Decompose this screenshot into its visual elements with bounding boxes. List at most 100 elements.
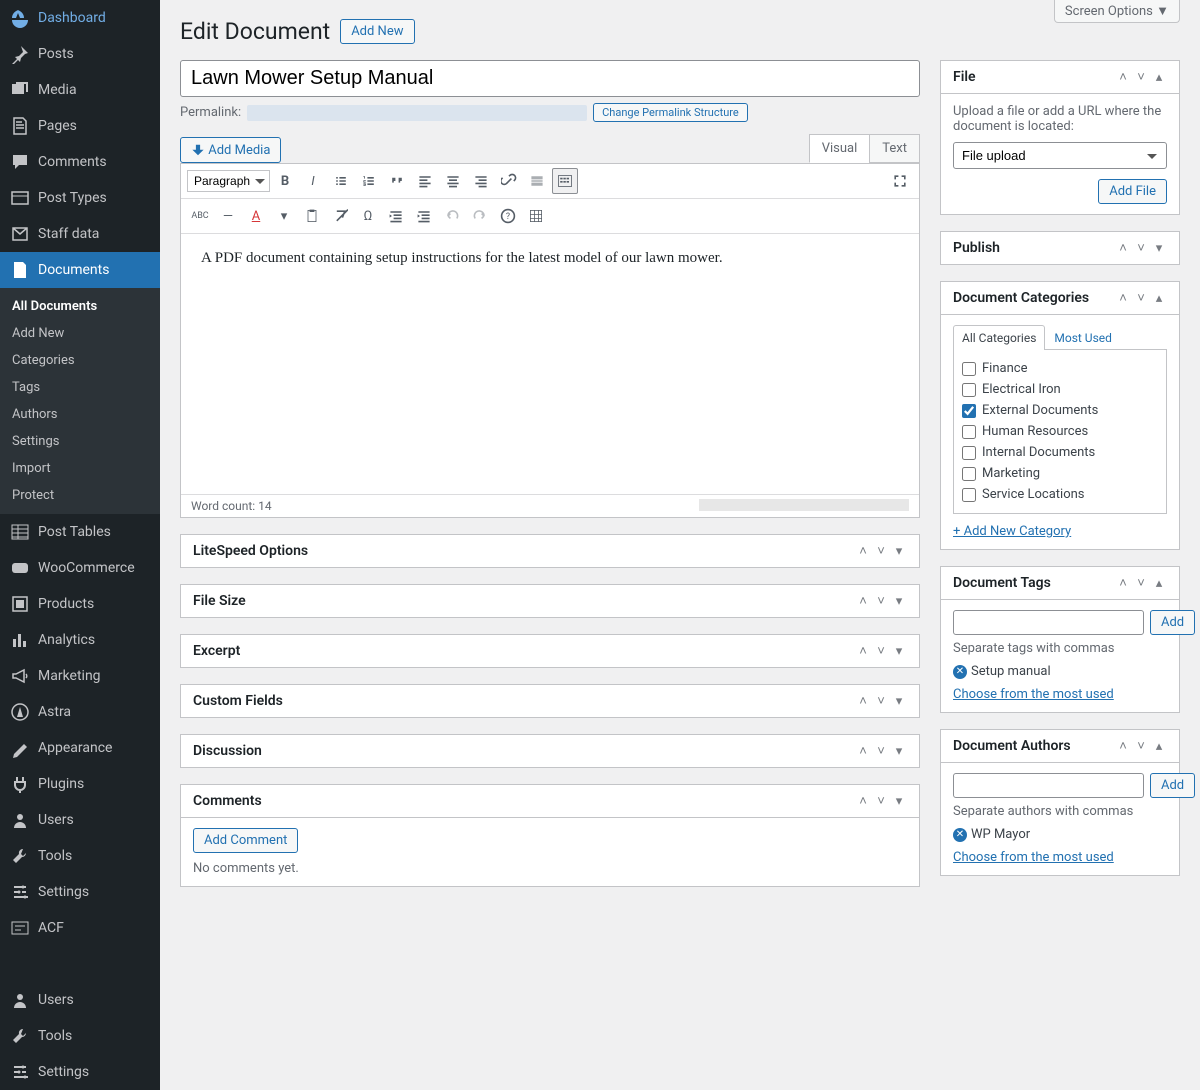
sidebar-item-astra[interactable]: Astra (0, 694, 160, 730)
sidebar-item-analytics[interactable]: Analytics (0, 622, 160, 658)
sidebar-item-tools[interactable]: Tools (0, 838, 160, 874)
document-title-input[interactable] (180, 60, 920, 97)
chevron-up-icon[interactable]: ˄ (855, 543, 871, 559)
category-item[interactable]: Internal Documents (962, 442, 1158, 463)
add-category-link[interactable]: + Add New Category (953, 524, 1071, 539)
blockquote-icon[interactable] (384, 168, 410, 194)
remove-tag-icon[interactable]: ✕ (953, 665, 967, 679)
submenu-item-import[interactable]: Import (0, 455, 160, 482)
clearformat-icon[interactable] (327, 203, 353, 229)
caret-down-icon[interactable]: ▾ (891, 793, 907, 809)
add-comment-button[interactable]: Add Comment (193, 828, 298, 853)
sidebar-item-documents[interactable]: Documents (0, 252, 160, 288)
bullet-list-icon[interactable] (328, 168, 354, 194)
submenu-item-add-new[interactable]: Add New (0, 320, 160, 347)
category-checkbox[interactable] (962, 404, 976, 418)
add-new-button[interactable]: Add New (340, 19, 414, 44)
sidebar-item-pages[interactable]: Pages (0, 108, 160, 144)
category-item[interactable]: Marketing (962, 463, 1158, 484)
readmore-icon[interactable] (524, 168, 550, 194)
category-checkbox[interactable] (962, 362, 976, 376)
category-item[interactable]: Service Locations (962, 484, 1158, 505)
category-checkbox[interactable] (962, 467, 976, 481)
hr-icon[interactable]: — (215, 203, 241, 229)
chevron-up-icon[interactable]: ˄ (855, 643, 871, 659)
chevron-down-icon[interactable]: ˅ (1133, 290, 1149, 306)
sidebar-item-media[interactable]: Media (0, 72, 160, 108)
paste-icon[interactable] (299, 203, 325, 229)
chevron-down-icon[interactable]: ˅ (873, 643, 889, 659)
bold-icon[interactable]: B (272, 168, 298, 194)
chevron-down-icon[interactable]: ˅ (873, 793, 889, 809)
chevron-down-icon[interactable]: ˅ (1133, 575, 1149, 591)
chevron-down-icon[interactable]: ˅ (873, 593, 889, 609)
tab-most-used[interactable]: Most Used (1045, 325, 1121, 350)
chevron-down-icon[interactable]: ˅ (873, 543, 889, 559)
category-checkbox[interactable] (962, 446, 976, 460)
submenu-item-authors[interactable]: Authors (0, 401, 160, 428)
most-used-authors-link[interactable]: Choose from the most used (953, 850, 1114, 865)
chevron-down-icon[interactable]: ˅ (873, 743, 889, 759)
caret-down-icon[interactable]: ▾ (891, 693, 907, 709)
caret-down-icon[interactable]: ▾ (891, 543, 907, 559)
chevron-up-icon[interactable]: ˄ (1115, 575, 1131, 591)
chevron-up-icon[interactable]: ˄ (1115, 290, 1131, 306)
sidebar-item-item[interactable] (0, 946, 160, 982)
remove-author-icon[interactable]: ✕ (953, 828, 967, 842)
sidebar-item-users[interactable]: Users (0, 982, 160, 1018)
caret-up-icon[interactable]: ▴ (1151, 69, 1167, 85)
undo-icon[interactable] (439, 203, 465, 229)
sidebar-item-tools[interactable]: Tools (0, 1018, 160, 1054)
numbered-list-icon[interactable] (356, 168, 382, 194)
sidebar-item-marketing[interactable]: Marketing (0, 658, 160, 694)
textcolor-picker-icon[interactable]: ▾ (271, 203, 297, 229)
specialchar-icon[interactable]: Ω (355, 203, 381, 229)
tab-visual[interactable]: Visual (809, 134, 870, 163)
file-source-select[interactable]: File upload (953, 142, 1167, 169)
submenu-item-categories[interactable]: Categories (0, 347, 160, 374)
chevron-up-icon[interactable]: ˄ (855, 593, 871, 609)
chevron-up-icon[interactable]: ˄ (1115, 738, 1131, 754)
format-select[interactable]: Paragraph (187, 170, 270, 192)
chevron-up-icon[interactable]: ˄ (855, 693, 871, 709)
category-checkbox[interactable] (962, 488, 976, 502)
sidebar-item-acf[interactable]: ACF (0, 910, 160, 946)
caret-up-icon[interactable]: ▴ (1151, 575, 1167, 591)
align-left-icon[interactable] (412, 168, 438, 194)
chevron-up-icon[interactable]: ˄ (1115, 240, 1131, 256)
italic-icon[interactable]: I (300, 168, 326, 194)
chevron-up-icon[interactable]: ˄ (855, 793, 871, 809)
caret-down-icon[interactable]: ▾ (891, 643, 907, 659)
add-tag-button[interactable]: Add (1150, 610, 1195, 635)
link-icon[interactable] (496, 168, 522, 194)
chevron-down-icon[interactable]: ˅ (1133, 738, 1149, 754)
redo-icon[interactable] (467, 203, 493, 229)
sidebar-item-users[interactable]: Users (0, 802, 160, 838)
chevron-up-icon[interactable]: ˄ (855, 743, 871, 759)
caret-up-icon[interactable]: ▴ (1151, 290, 1167, 306)
category-checkbox[interactable] (962, 425, 976, 439)
strikethrough-icon[interactable]: ABC (187, 203, 213, 229)
align-right-icon[interactable] (468, 168, 494, 194)
editor-body[interactable]: A PDF document containing setup instruct… (181, 234, 919, 494)
textcolor-icon[interactable]: A (243, 203, 269, 229)
tab-all-categories[interactable]: All Categories (953, 325, 1045, 350)
screen-options-toggle[interactable]: Screen Options ▼ (1054, 0, 1180, 23)
add-file-button[interactable]: Add File (1098, 179, 1167, 204)
add-author-button[interactable]: Add (1150, 773, 1195, 798)
change-permalink-button[interactable]: Change Permalink Structure (593, 103, 748, 122)
caret-down-icon[interactable]: ▾ (891, 593, 907, 609)
category-item[interactable]: Finance (962, 358, 1158, 379)
indent-icon[interactable] (411, 203, 437, 229)
chevron-down-icon[interactable]: ˅ (1133, 69, 1149, 85)
sidebar-item-woocommerce[interactable]: WooCommerce (0, 550, 160, 586)
sidebar-item-dashboard[interactable]: Dashboard (0, 0, 160, 36)
sidebar-item-staff-data[interactable]: Staff data (0, 216, 160, 252)
sidebar-item-products[interactable]: Products (0, 586, 160, 622)
chevron-down-icon[interactable]: ˅ (1133, 240, 1149, 256)
help-icon[interactable]: ? (495, 203, 521, 229)
most-used-tags-link[interactable]: Choose from the most used (953, 687, 1114, 702)
toolbar-toggle-icon[interactable] (552, 168, 578, 194)
fullscreen-icon[interactable] (887, 168, 913, 194)
category-checkbox[interactable] (962, 383, 976, 397)
